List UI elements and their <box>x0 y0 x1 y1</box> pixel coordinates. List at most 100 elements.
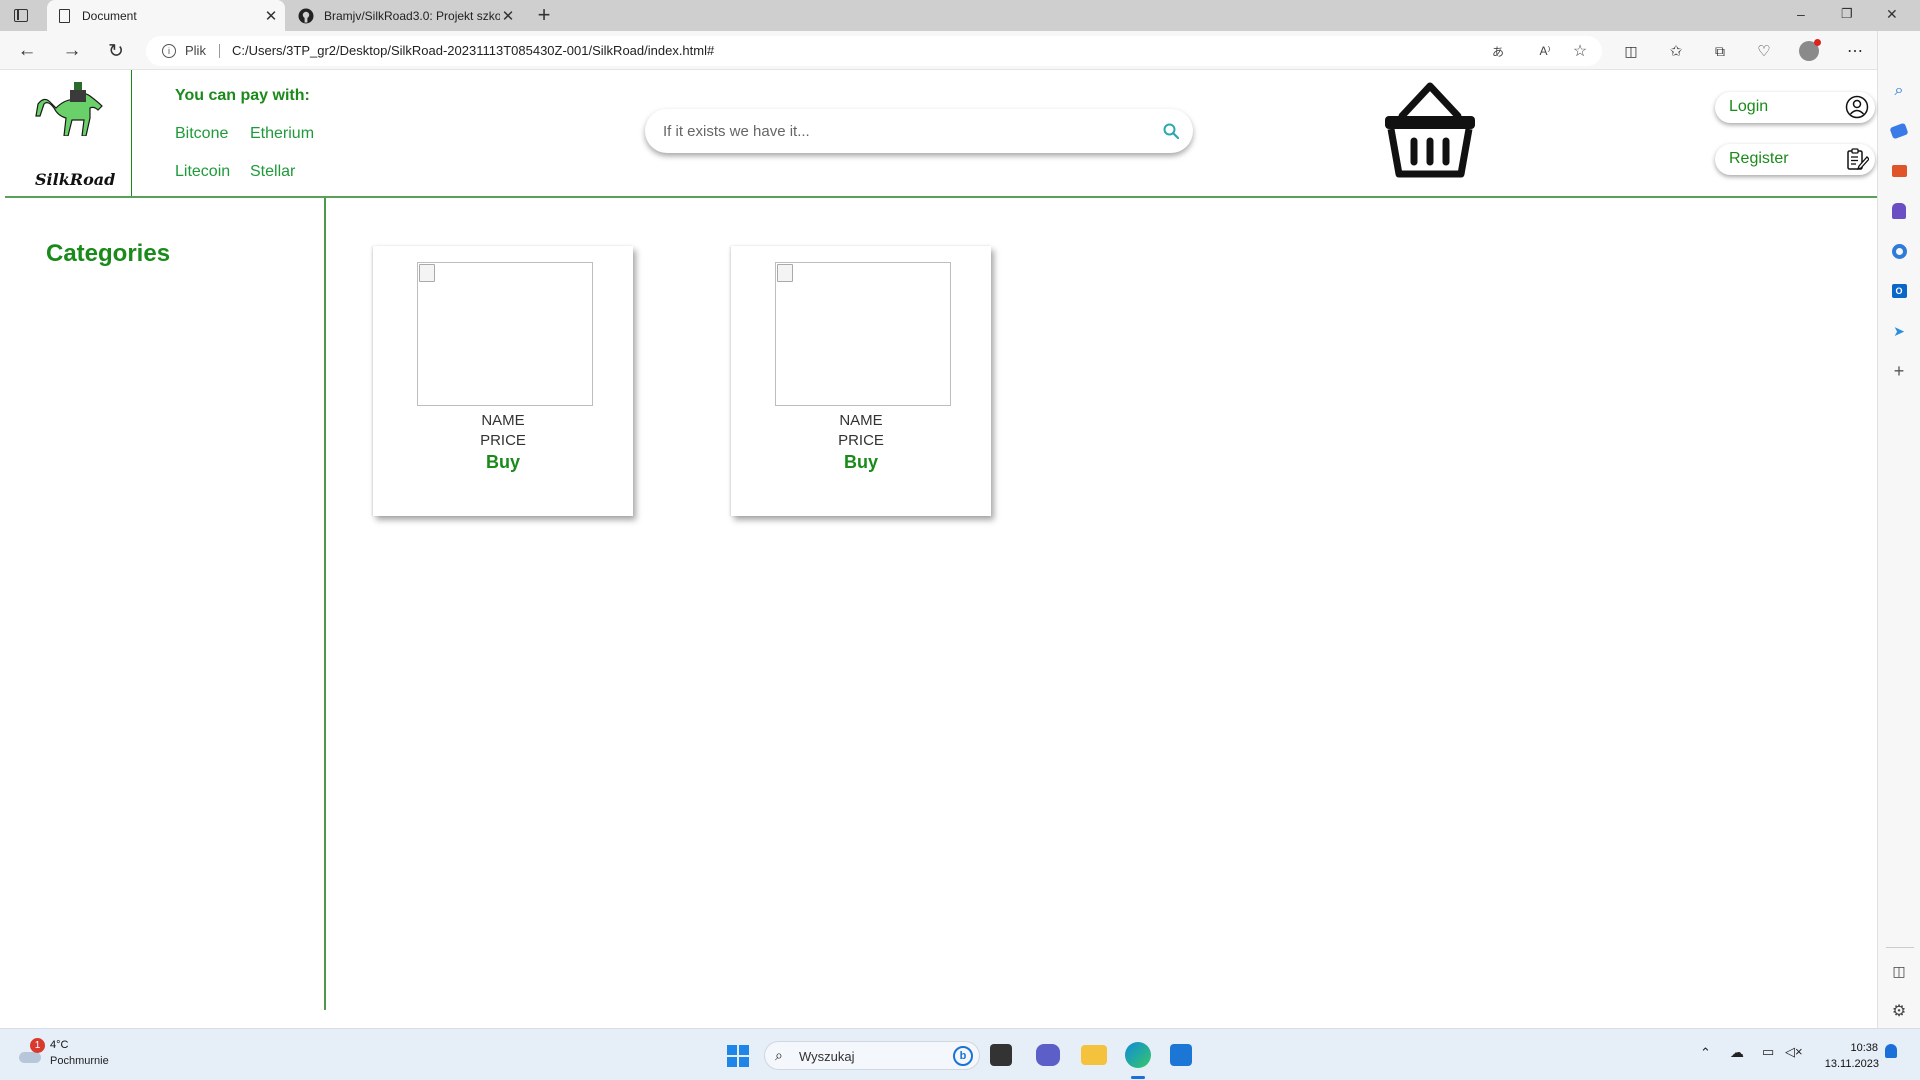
address-bar[interactable]: i Plik C:/Users/3TP_gr2/Desktop/SilkRoad… <box>146 36 1602 66</box>
github-icon <box>298 8 314 23</box>
teams-icon[interactable] <box>1036 1044 1060 1066</box>
read-aloud-icon[interactable]: A⁾ <box>1536 43 1554 59</box>
taskbar-search-text: Wyszukaj <box>799 1049 855 1064</box>
product-name: NAME <box>481 412 525 429</box>
minimize-button[interactable]: – <box>1797 6 1805 22</box>
search-input[interactable] <box>663 120 1143 142</box>
tab-title: Bramjv/SilkRoad3.0: Projekt szkolny <box>324 8 500 23</box>
payment-link-bitcone[interactable]: Bitcone <box>175 125 228 143</box>
header-bottom-border <box>5 196 1877 198</box>
weather-condition: Pochmurnie <box>50 1055 109 1067</box>
payment-link-etherium[interactable]: Etherium <box>250 125 314 143</box>
product-card: NAME PRICE Buy <box>373 246 633 516</box>
notification-badge: 1 <box>30 1038 45 1053</box>
page-icon <box>59 8 70 23</box>
clock-date[interactable]: 13.11.2023 <box>1817 1058 1879 1070</box>
login-button[interactable]: Login <box>1715 92 1875 123</box>
games-icon[interactable] <box>1889 201 1909 221</box>
header-divider <box>131 70 132 196</box>
close-window-button[interactable]: ✕ <box>1886 6 1898 23</box>
tools-icon[interactable] <box>1889 161 1909 181</box>
taskbar-search[interactable]: ⌕ Wyszukaj b <box>764 1041 980 1070</box>
store-icon[interactable] <box>1170 1044 1192 1066</box>
payment-link-stellar[interactable]: Stellar <box>250 163 295 181</box>
payment-link-litecoin[interactable]: Litecoin <box>175 163 230 181</box>
site-logo-text: SilkRoad <box>35 170 116 189</box>
close-icon[interactable]: ✕ <box>500 7 516 25</box>
shopping-icon[interactable] <box>1889 121 1909 141</box>
volume-icon[interactable]: ◁× <box>1785 1044 1803 1060</box>
product-price: PRICE <box>838 432 884 449</box>
settings-icon[interactable]: ⚙ <box>1889 1001 1909 1021</box>
close-icon[interactable]: ✕ <box>263 7 279 25</box>
send-icon[interactable]: ➤ <box>1889 321 1909 341</box>
active-app-indicator <box>1131 1076 1145 1079</box>
translate-icon[interactable]: あ <box>1489 43 1507 59</box>
cloud-icon <box>19 1052 41 1063</box>
search-box <box>645 109 1193 153</box>
file-explorer-icon[interactable] <box>1081 1045 1107 1065</box>
split-screen-icon[interactable]: ◫ <box>1619 39 1643 63</box>
page: SilkRoad You can pay with: Bitcone Ether… <box>5 70 1877 1028</box>
browser-essentials-icon[interactable]: ♡ <box>1752 39 1776 63</box>
buy-button[interactable]: Buy <box>373 452 633 473</box>
forward-icon[interactable]: → <box>60 39 84 63</box>
start-icon[interactable] <box>727 1045 749 1067</box>
clock-time[interactable]: 10:38 <box>1848 1042 1878 1054</box>
favorites-icon[interactable]: ✩ <box>1664 39 1688 63</box>
product-card: NAME PRICE Buy <box>731 246 991 516</box>
camel-icon <box>35 82 103 136</box>
taskbar: 1 4°C Pochmurnie ⌕ Wyszukaj b ⌃ ☁ ▭ ◁× 1… <box>0 1028 1920 1080</box>
site-logo[interactable]: SilkRoad <box>27 82 116 189</box>
weather-widget[interactable]: 1 4°C Pochmurnie <box>16 1038 126 1072</box>
add-icon[interactable]: + <box>1889 361 1909 381</box>
address-prefix: Plik <box>185 43 206 58</box>
edge-sidebar: ⌕ O ➤ + ◫ ⚙ <box>1877 31 1920 1028</box>
tray-overflow-icon[interactable]: ⌃ <box>1700 1045 1711 1061</box>
user-icon <box>1845 95 1869 119</box>
onedrive-icon[interactable]: ☁ <box>1730 1044 1744 1061</box>
more-icon[interactable]: ⋯ <box>1843 39 1867 63</box>
product-price: PRICE <box>480 432 526 449</box>
bing-icon: b <box>953 1046 973 1066</box>
tab-actions-icon[interactable] <box>14 9 28 22</box>
tab-document[interactable]: Document ✕ <box>47 0 285 31</box>
new-tab-icon[interactable]: + <box>533 3 555 27</box>
register-button[interactable]: Register <box>1715 144 1875 175</box>
sidebar-border <box>324 198 326 1010</box>
product-image <box>775 262 951 406</box>
search-icon[interactable]: ⌕ <box>1889 81 1909 101</box>
favorite-icon[interactable]: ☆ <box>1571 43 1589 60</box>
payment-heading: You can pay with: <box>175 87 310 104</box>
edge-icon[interactable] <box>1125 1042 1151 1068</box>
reload-icon[interactable]: ↻ <box>104 39 128 63</box>
basket-icon[interactable] <box>1380 82 1480 180</box>
sidebar-toggle-icon[interactable]: ◫ <box>1889 961 1909 981</box>
profile-icon[interactable] <box>1797 39 1821 63</box>
tab-github[interactable]: Bramjv/SilkRoad3.0: Projekt szkolny ✕ <box>290 0 522 31</box>
login-label: Login <box>1729 98 1769 115</box>
search-icon[interactable] <box>1163 123 1179 139</box>
weather-temp: 4°C <box>50 1039 69 1051</box>
outlook-icon[interactable]: O <box>1889 281 1909 301</box>
product-image <box>417 262 593 406</box>
back-icon[interactable]: ← <box>15 39 39 63</box>
info-icon[interactable]: i <box>162 44 176 58</box>
tab-title: Document <box>82 8 137 23</box>
tab-bar: Document ✕ Bramjv/SilkRoad3.0: Projekt s… <box>0 0 1920 31</box>
sidebar-divider <box>1886 947 1914 948</box>
categories-title: Categories <box>46 240 171 267</box>
task-view-icon[interactable] <box>990 1044 1012 1066</box>
address-toolbar: ← → ↻ i Plik C:/Users/3TP_gr2/Desktop/Si… <box>0 31 1920 70</box>
collections-icon[interactable]: ⧉ <box>1708 39 1732 63</box>
clipboard-edit-icon <box>1847 148 1869 171</box>
address-url: C:/Users/3TP_gr2/Desktop/SilkRoad-202311… <box>232 43 715 58</box>
notifications-icon[interactable] <box>1885 1044 1897 1058</box>
m365-icon[interactable] <box>1889 241 1909 261</box>
search-icon: ⌕ <box>775 1047 783 1063</box>
network-icon[interactable]: ▭ <box>1762 1044 1774 1060</box>
buy-button[interactable]: Buy <box>731 452 991 473</box>
restore-button[interactable]: ❐ <box>1841 6 1853 22</box>
register-label: Register <box>1729 150 1789 167</box>
address-divider <box>219 44 220 58</box>
